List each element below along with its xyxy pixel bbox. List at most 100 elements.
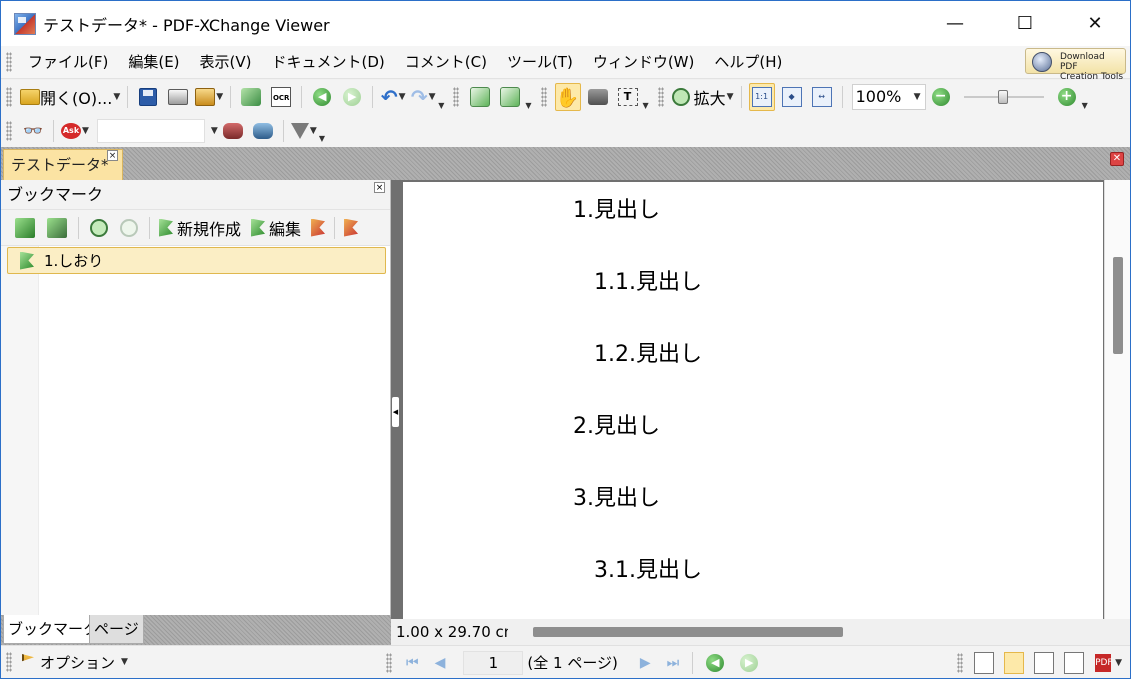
toolbar-grip[interactable] bbox=[657, 87, 664, 107]
panel-close-icon[interactable]: × bbox=[374, 182, 385, 193]
expand-all-icon[interactable] bbox=[90, 218, 108, 237]
new-bookmark-icon[interactable] bbox=[159, 218, 173, 237]
separator bbox=[53, 119, 54, 142]
last-page-icon[interactable]: ⏭ bbox=[667, 655, 680, 671]
goto-bookmark-icon[interactable] bbox=[311, 218, 326, 237]
ask-search-button[interactable]: Ask ▼ bbox=[61, 117, 89, 145]
forward-icon[interactable]: ▶ bbox=[740, 653, 759, 672]
overflow-icon[interactable]: ▼ bbox=[1082, 101, 1088, 110]
scan-button[interactable] bbox=[238, 83, 264, 111]
menu-window[interactable]: ウィンドウ(W) bbox=[583, 46, 705, 79]
zoom-out-button[interactable]: − bbox=[928, 83, 954, 111]
overflow-icon[interactable]: ▼ bbox=[525, 101, 531, 110]
pdf-page: 1.見出し 1.1.見出し 1.2.見出し 2.見出し 3.見出し 3.1.見出… bbox=[403, 182, 1103, 619]
zoom-slider[interactable] bbox=[963, 87, 1044, 107]
continuous-view-icon[interactable] bbox=[1004, 651, 1025, 674]
statusbar-grip[interactable] bbox=[6, 652, 12, 672]
toolbar-grip[interactable] bbox=[6, 120, 12, 141]
splitter-handle-icon[interactable]: ◀ bbox=[392, 397, 399, 427]
chevron-down-icon[interactable]: ▼ bbox=[1115, 658, 1122, 668]
fit-page-button[interactable]: ◆ bbox=[779, 83, 805, 111]
pdf-icon[interactable]: PDF bbox=[1095, 653, 1113, 672]
save-button[interactable] bbox=[135, 83, 161, 111]
collapse-all-icon[interactable] bbox=[120, 218, 138, 237]
overflow-icon[interactable]: ▼ bbox=[643, 101, 649, 110]
filter-button[interactable]: ▼ bbox=[290, 117, 317, 145]
menu-grip[interactable] bbox=[6, 52, 12, 72]
minimize-button[interactable]: — bbox=[920, 1, 990, 46]
nav-grip[interactable] bbox=[386, 652, 392, 673]
menu-edit[interactable]: 編集(E) bbox=[118, 46, 189, 79]
print-button[interactable] bbox=[165, 83, 191, 111]
previous-page-icon[interactable]: ◀ bbox=[435, 655, 446, 671]
maximize-button[interactable]: ☐ bbox=[990, 1, 1060, 46]
find-next-button[interactable] bbox=[250, 117, 276, 145]
view-grip[interactable] bbox=[957, 652, 964, 673]
hand-tool-button[interactable]: ✋ bbox=[554, 83, 581, 111]
new-bookmark-button[interactable]: 新規作成 bbox=[177, 216, 241, 240]
back-button[interactable]: ◀ bbox=[309, 83, 335, 111]
zoom-tool-button[interactable]: 拡大 ▼ bbox=[671, 83, 734, 111]
facing-view-icon[interactable] bbox=[1034, 651, 1055, 674]
document-tab[interactable]: テストデータ* × bbox=[3, 149, 123, 180]
horizontal-scroll-thumb[interactable] bbox=[533, 627, 843, 637]
window-title: テストデータ* - PDF-XChange Viewer bbox=[43, 15, 330, 35]
globe-icon bbox=[1032, 52, 1052, 72]
redo-button[interactable]: ↷ ▼ bbox=[410, 83, 436, 111]
undo-button[interactable]: ↶ ▼ bbox=[380, 83, 406, 111]
actual-size-button[interactable]: 1:1 bbox=[748, 83, 775, 111]
chevron-down-icon: ▼ bbox=[398, 92, 406, 102]
page-number-input[interactable]: 1 bbox=[463, 650, 524, 675]
menu-file[interactable]: ファイル(F) bbox=[18, 46, 118, 79]
edit-bookmark-icon[interactable] bbox=[251, 218, 266, 237]
email-button[interactable]: ▼ bbox=[195, 83, 223, 111]
next-page-icon[interactable]: ▶ bbox=[640, 655, 651, 671]
delete-bookmark-icon[interactable] bbox=[47, 217, 67, 238]
menu-comment[interactable]: コメント(C) bbox=[395, 46, 497, 79]
edit-bookmark-button[interactable]: 編集 bbox=[269, 216, 301, 240]
menu-help[interactable]: ヘルプ(H) bbox=[704, 46, 792, 79]
toolbar-grip[interactable] bbox=[540, 87, 547, 107]
snapshot-button[interactable] bbox=[585, 83, 611, 111]
tab-bookmarks[interactable]: ブックマーク bbox=[3, 615, 104, 644]
menu-view[interactable]: 表示(V) bbox=[190, 46, 262, 79]
list-item[interactable]: 1.しおり bbox=[7, 247, 386, 274]
fit-width-button[interactable]: ↔ bbox=[809, 83, 835, 111]
single-page-view-icon[interactable] bbox=[974, 651, 995, 674]
overflow-icon[interactable]: ▼ bbox=[319, 134, 325, 143]
glasses-button[interactable]: 👓 bbox=[20, 117, 46, 145]
tab-pages[interactable]: ページ bbox=[89, 615, 144, 644]
continuous-facing-view-icon[interactable] bbox=[1064, 651, 1085, 674]
menu-tools[interactable]: ツール(T) bbox=[497, 46, 583, 79]
toolbar-grip[interactable] bbox=[6, 87, 12, 107]
tab-close-icon[interactable]: × bbox=[107, 150, 118, 161]
panel-splitter[interactable]: ◀ bbox=[391, 180, 401, 645]
zoom-level-select[interactable]: 100% ▼ bbox=[851, 84, 926, 110]
bookmark-properties-icon[interactable] bbox=[344, 218, 359, 237]
vertical-scrollbar[interactable] bbox=[1104, 180, 1130, 619]
download-tools-button[interactable]: Download PDF Creation Tools bbox=[1025, 48, 1126, 82]
open-button[interactable]: 開く(O)... ▼ bbox=[20, 83, 120, 111]
first-page-icon[interactable]: ⏮ bbox=[406, 655, 419, 671]
back-icon[interactable]: ◀ bbox=[706, 653, 725, 672]
ocr-button[interactable]: OCR bbox=[268, 83, 294, 111]
rotate-right-button[interactable] bbox=[497, 83, 523, 111]
search-input[interactable] bbox=[96, 118, 205, 143]
search-dropdown-icon[interactable]: ▼ bbox=[211, 126, 218, 136]
overflow-icon[interactable]: ▼ bbox=[438, 101, 444, 110]
add-bookmark-icon[interactable] bbox=[15, 217, 35, 238]
zoom-in-button[interactable]: + bbox=[1054, 83, 1080, 111]
text-select-button[interactable]: T bbox=[615, 83, 641, 111]
forward-button[interactable]: ▶ bbox=[339, 83, 365, 111]
rotate-left-button[interactable] bbox=[467, 83, 493, 111]
find-button[interactable] bbox=[220, 117, 246, 145]
close-document-icon[interactable]: ✕ bbox=[1110, 152, 1124, 166]
close-button[interactable]: ✕ bbox=[1060, 1, 1130, 46]
menu-document[interactable]: ドキュメント(D) bbox=[262, 46, 395, 79]
undo-icon: ↶ bbox=[380, 85, 398, 109]
options-button[interactable]: オプション bbox=[40, 652, 115, 673]
zoom-slider-thumb[interactable] bbox=[997, 90, 1008, 104]
vertical-scroll-thumb[interactable] bbox=[1113, 257, 1123, 354]
toolbar-grip[interactable] bbox=[453, 87, 460, 107]
chevron-down-icon[interactable]: ▼ bbox=[121, 657, 128, 667]
